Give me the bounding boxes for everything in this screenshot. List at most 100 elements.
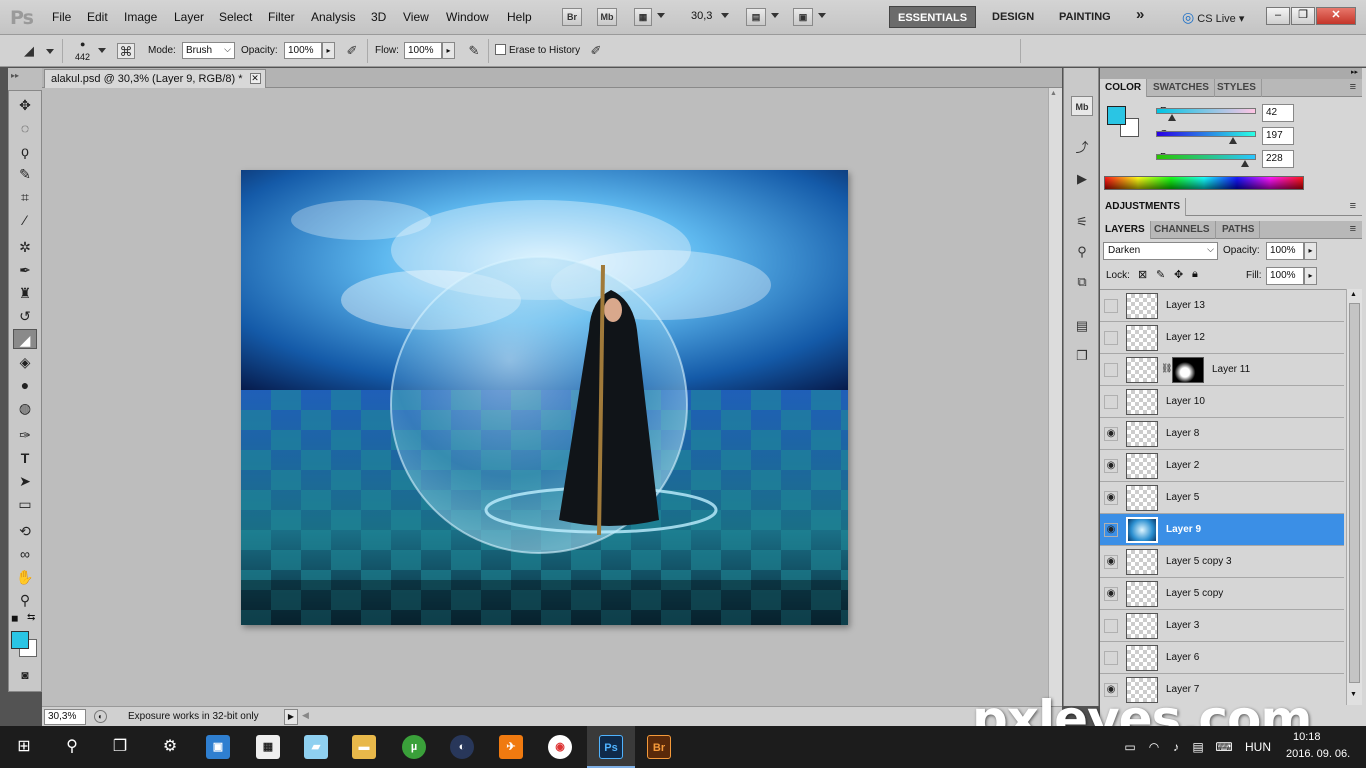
layer-thumbnail[interactable] [1126,549,1158,575]
collapse-arrows-icon[interactable]: ▸▸ [11,71,19,80]
screen-mode-icon[interactable]: ▣ [793,8,813,26]
layer-visibility-eye-icon[interactable]: ◉ [1104,555,1118,569]
green-slider[interactable] [1156,131,1256,137]
airbrush-icon[interactable]: ✎ [465,43,483,59]
minimize-button[interactable]: – [1266,7,1290,25]
layer-visibility-eye-icon[interactable] [1104,619,1118,633]
notes-panel-icon[interactable]: ▤ [1071,316,1093,336]
path-selection-tool-icon[interactable]: ➤ [13,471,37,491]
layer-row[interactable]: Layer 6 [1100,642,1344,674]
workspace-painting[interactable]: PAINTING [1051,6,1119,28]
control-panel-icon[interactable]: ▣ [206,735,230,759]
tab-color[interactable]: COLOR [1100,79,1148,97]
dodge-tool-icon[interactable]: ◍ [13,398,37,418]
layer-thumbnail[interactable] [1126,645,1158,671]
utorrent-icon[interactable]: µ [402,735,426,759]
canvas-vertical-scrollbar[interactable]: ▲ [1048,88,1062,706]
layer-thumbnail[interactable] [1126,453,1158,479]
layer-comps-icon[interactable]: ❐ [1071,346,1093,366]
red-slider-thumb[interactable] [1168,114,1177,121]
menu-3d[interactable]: 3D [371,10,386,24]
layer-mask-thumbnail[interactable] [1172,357,1204,383]
layer-thumbnail[interactable] [1126,485,1158,511]
layer-opacity-slider-button[interactable]: ▸ [1304,242,1317,260]
layer-thumbnail[interactable] [1126,517,1158,543]
lock-transparency-icon[interactable]: ⊠ [1138,268,1147,281]
red-input[interactable]: 42 [1262,104,1294,122]
chevron-down-icon[interactable] [721,13,729,18]
layer-thumbnail[interactable] [1126,389,1158,415]
brush-tool-icon[interactable]: ✒ [13,260,37,280]
tool-presets-icon[interactable]: ⧉ [1071,272,1093,292]
workspace-essentials[interactable]: ESSENTIALS [889,6,977,28]
actions-panel-icon[interactable]: ▶ [1071,169,1093,189]
blur-tool-icon[interactable]: ● [13,375,37,395]
layer-thumbnail[interactable] [1126,581,1158,607]
settings-gear-icon[interactable]: ⚙ [156,734,184,760]
clone-source-icon[interactable]: ⚲ [1071,242,1093,262]
workspace-design[interactable]: DESIGN [984,6,1042,28]
layer-row[interactable]: ◉ Layer 5 copy [1100,578,1344,610]
erase-history-checkbox[interactable] [495,44,506,55]
notepad-icon[interactable]: ▰ [304,735,328,759]
tab-channels[interactable]: CHANNELS [1149,221,1216,239]
launch-minibridge-button[interactable]: Mb [597,8,617,26]
menu-help[interactable]: Help [507,10,532,24]
more-workspaces-icon[interactable]: » [1128,4,1152,26]
input-language[interactable]: HUN [1245,740,1271,754]
clone-stamp-tool-icon[interactable]: ♜ [13,283,37,303]
clock-time[interactable]: 10:18 [1293,731,1321,743]
elliptical-marquee-tool-icon[interactable]: ◌ [13,118,37,138]
layer-visibility-eye-icon[interactable]: ◉ [1104,491,1118,505]
green-input[interactable]: 197 [1262,127,1294,145]
layer-row[interactable]: ◉ Layer 9 [1100,514,1344,546]
hand-tool-icon[interactable]: ✋ [13,567,37,587]
layer-row[interactable]: Layer 12 [1100,322,1344,354]
mode-select[interactable]: Brush ⌵ [182,42,235,59]
chevron-down-icon[interactable] [46,49,54,54]
fill-slider-button[interactable]: ▸ [1304,267,1317,285]
fill-input[interactable]: 100% [1266,267,1304,285]
document-tab[interactable]: alakul.psd @ 30,3% (Layer 9, RGB/8) * ✕ [44,69,266,88]
eraser-tool-icon[interactable]: ◢ [13,329,37,349]
tablet-pressure-opacity-icon[interactable]: ✐ [343,43,361,59]
messenger-app-icon[interactable]: ✈ [499,735,523,759]
zoom-input[interactable]: 30,3% [44,709,86,725]
menu-edit[interactable]: Edit [87,10,108,24]
chevron-down-icon[interactable] [98,48,106,53]
crop-tool-icon[interactable]: ⌗ [13,187,37,207]
menu-file[interactable]: File [52,10,71,24]
menu-filter[interactable]: Filter [268,10,295,24]
layer-visibility-eye-icon[interactable] [1104,395,1118,409]
planet-app-icon[interactable]: ◐ [450,735,474,759]
calculator-icon[interactable]: ▦ [256,735,280,759]
layer-thumbnail[interactable] [1126,357,1158,383]
chevron-down-icon[interactable] [818,13,826,18]
menu-select[interactable]: Select [219,10,252,24]
launch-bridge-button[interactable]: Br [562,8,582,26]
green-slider-thumb[interactable] [1229,137,1238,144]
tab-styles[interactable]: STYLES [1212,79,1262,97]
photoshop-taskbar-icon[interactable]: Ps [599,735,623,759]
eyedropper-tool-icon[interactable]: ⁄ [13,210,37,230]
layer-row[interactable]: Layer 3 [1100,610,1344,642]
opacity-slider-button[interactable]: ▸ [322,42,335,59]
blend-mode-select[interactable]: Darken ⌵ [1103,242,1218,260]
menu-window[interactable]: Window [446,10,489,24]
menu-layer[interactable]: Layer [174,10,204,24]
brush-presets-icon[interactable]: ⚟ [1071,212,1093,232]
menu-analysis[interactable]: Analysis [311,10,356,24]
blue-slider-thumb[interactable] [1241,160,1250,167]
blue-input[interactable]: 228 [1262,150,1294,168]
scroll-up-icon[interactable]: ▲ [1350,291,1357,298]
status-menu-button[interactable]: ▶ [284,709,298,725]
layer-visibility-eye-icon[interactable]: ◉ [1104,459,1118,473]
tab-layers[interactable]: LAYERS [1100,221,1151,239]
paint-bucket-tool-icon[interactable]: ◈ [13,352,37,372]
tab-adjustments[interactable]: ADJUSTMENTS [1100,198,1187,216]
layer-visibility-eye-icon[interactable] [1104,299,1118,313]
eraser-preset-icon[interactable]: ◢ [20,43,38,59]
history-brush-tool-icon[interactable]: ↺ [13,306,37,326]
toolbox-header[interactable]: ▸▸ [8,68,42,90]
layer-visibility-eye-icon[interactable]: ◉ [1104,587,1118,601]
